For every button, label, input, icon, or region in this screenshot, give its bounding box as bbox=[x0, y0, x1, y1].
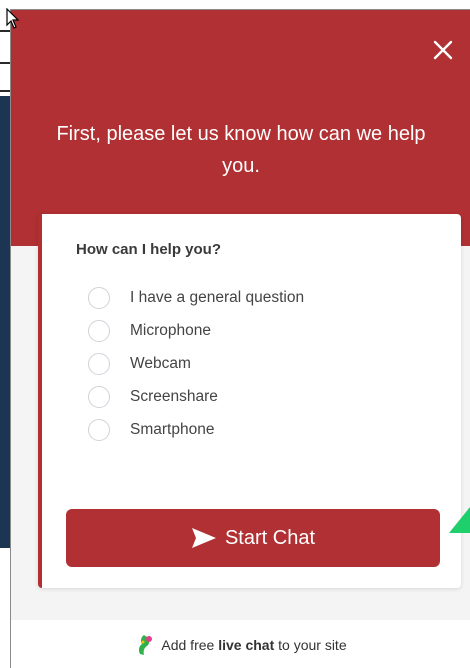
option-label: I have a general question bbox=[130, 289, 305, 306]
radio-button[interactable] bbox=[88, 320, 110, 342]
background-text-fragment bbox=[0, 90, 10, 92]
radio-button[interactable] bbox=[88, 386, 110, 408]
chat-widget: First, please let us know how can we hel… bbox=[10, 9, 470, 668]
send-icon bbox=[191, 528, 216, 548]
option-label: Webcam bbox=[130, 355, 191, 372]
footer-suffix: to your site bbox=[278, 636, 347, 653]
radio-button[interactable] bbox=[88, 419, 110, 441]
logo-icon bbox=[139, 634, 153, 655]
start-chat-label: Start Chat bbox=[224, 526, 316, 549]
pre-chat-form: How can I help you? I have a general que… bbox=[38, 214, 461, 588]
widget-header: First, please let us know how can we hel… bbox=[11, 10, 470, 246]
footer-prefix: Add free bbox=[161, 636, 215, 653]
start-chat-button[interactable]: Start Chat bbox=[66, 509, 440, 567]
live-chat-link[interactable]: live chat bbox=[218, 637, 274, 653]
mouse-cursor-icon bbox=[6, 8, 20, 29]
option-label: Screenshare bbox=[130, 388, 218, 405]
background-text-fragment bbox=[0, 62, 10, 64]
widget-footer: Add free live chat to your site bbox=[11, 620, 470, 668]
option-smartphone[interactable]: Smartphone bbox=[88, 409, 304, 451]
radio-button[interactable] bbox=[88, 353, 110, 375]
option-label: Microphone bbox=[130, 322, 211, 339]
background-page-panel bbox=[0, 96, 10, 548]
form-question: How can I help you? bbox=[76, 241, 222, 258]
green-arrow-icon bbox=[449, 507, 470, 533]
option-label: Smartphone bbox=[130, 421, 215, 438]
option-list: I have a general question Microphone Web… bbox=[88, 277, 304, 451]
background-text-fragment bbox=[0, 30, 10, 32]
radio-button[interactable] bbox=[88, 287, 110, 309]
header-title: First, please let us know how can we hel… bbox=[56, 123, 426, 177]
close-icon[interactable] bbox=[431, 38, 455, 62]
